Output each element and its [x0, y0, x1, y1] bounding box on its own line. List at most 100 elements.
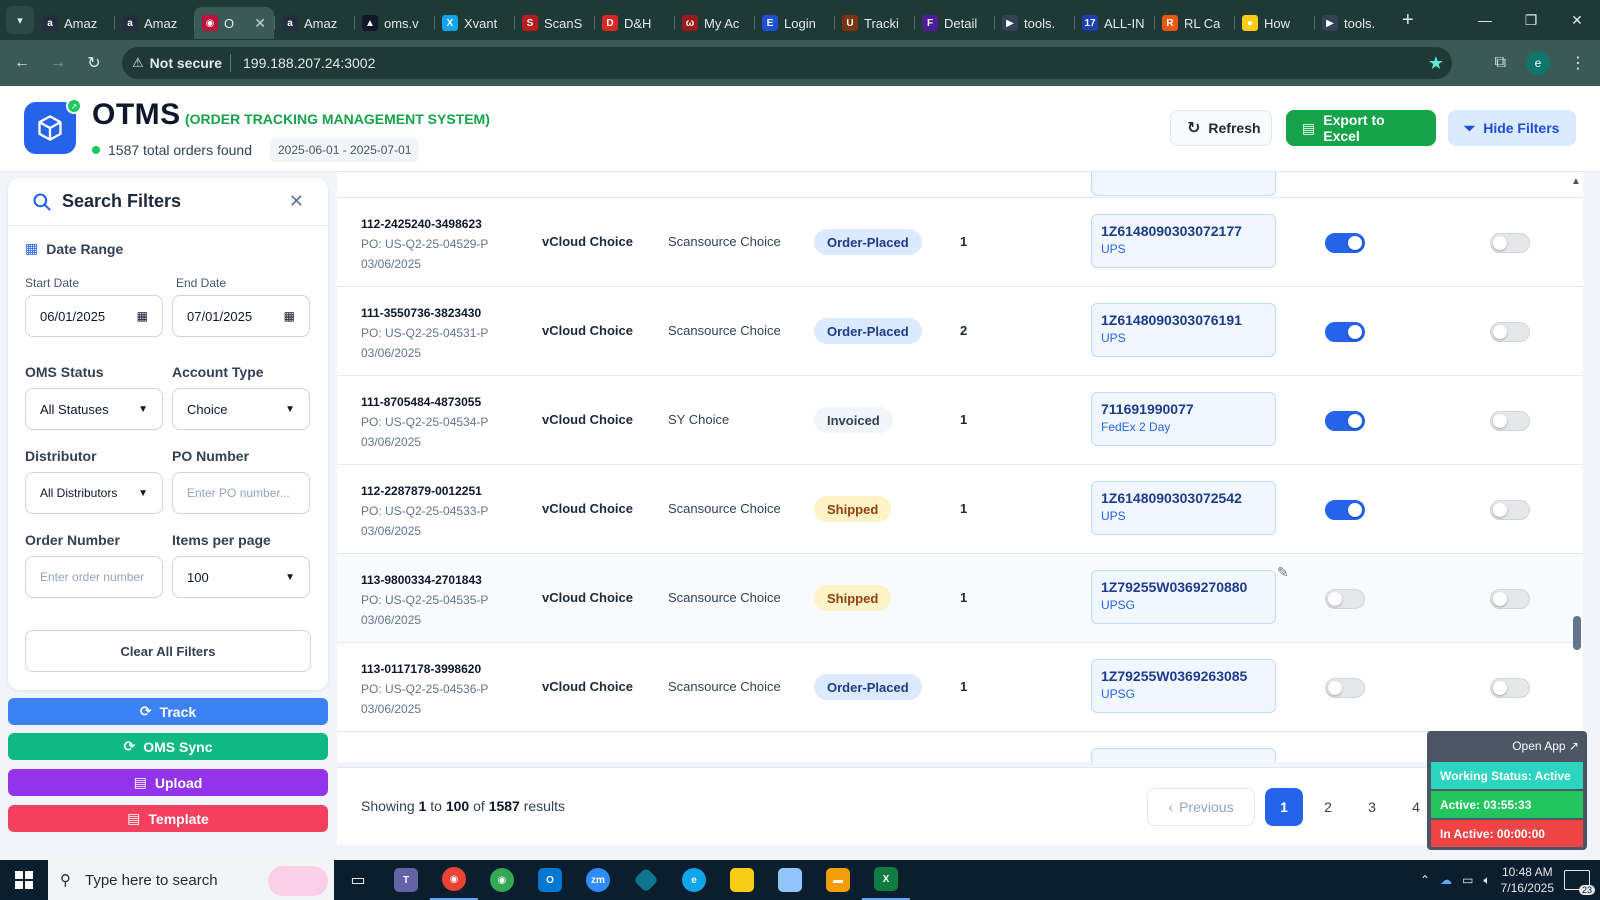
file-explorer-icon[interactable]: ▬ — [814, 860, 862, 900]
calendar-picker-icon[interactable]: ▦ — [284, 309, 295, 323]
network-icon[interactable]: ▭ — [1462, 873, 1473, 887]
teams-icon[interactable]: T — [382, 860, 430, 900]
account-type-select[interactable]: Choice ▼ — [172, 388, 310, 430]
tracking-box[interactable]: 1Z79255W0369263085 UPSG — [1091, 659, 1276, 713]
onedrive-icon[interactable]: ☁ — [1440, 873, 1452, 887]
browser-tab[interactable]: R RL Ca — [1154, 7, 1234, 39]
tracking-toggle[interactable] — [1325, 322, 1365, 342]
template-button[interactable]: ▤ Template — [8, 805, 328, 832]
browser-tab[interactable]: F Detail — [914, 7, 994, 39]
track-button[interactable]: ⟳ Track — [8, 698, 328, 725]
new-tab-button[interactable]: + — [1402, 9, 1414, 32]
tracking-box[interactable]: 1Z6148090303072542 UPS — [1091, 481, 1276, 535]
browser-tab[interactable]: ω My Ac — [674, 7, 754, 39]
reload-icon[interactable]: ↻ — [76, 53, 112, 73]
table-row[interactable]: 111-3550736-3823430 PO: US-Q2-25-04531-P 0… — [337, 287, 1583, 376]
secondary-toggle[interactable] — [1490, 233, 1530, 253]
tracking-toggle[interactable] — [1325, 233, 1365, 253]
page-button[interactable]: 3 — [1353, 788, 1391, 826]
table-row[interactable]: 112-2425240-3498623 PO: US-Q2-25-04529-P 0… — [337, 198, 1583, 287]
tracking-box[interactable]: 1Z6148090303072177 UPS — [1091, 214, 1276, 268]
order-number[interactable]: 113-0117178-3998620 — [361, 659, 488, 679]
taskbar-search[interactable]: ⚲ Type here to search — [48, 860, 334, 900]
tracking-toggle[interactable] — [1325, 678, 1365, 698]
edit-pencil-icon[interactable]: ✎ — [1277, 564, 1289, 581]
forward-icon[interactable]: → — [40, 54, 76, 72]
table-row[interactable]: 112-2287879-0012251 PO: US-Q2-25-04533-P 0… — [337, 465, 1583, 554]
secondary-toggle[interactable] — [1490, 411, 1530, 431]
calendar-picker-icon[interactable]: ▦ — [137, 309, 148, 323]
table-scrollbar[interactable]: ▲ — [1569, 172, 1583, 762]
notepad-icon[interactable] — [766, 860, 814, 900]
start-date-input[interactable]: 06/01/2025 ▦ — [25, 295, 163, 337]
browser-tab[interactable]: 17 ALL-IN — [1074, 7, 1154, 39]
app-diamond-icon[interactable] — [622, 860, 670, 900]
browser-tab[interactable]: ▶ tools. — [994, 7, 1074, 39]
browser-tab[interactable]: a Amaz — [114, 7, 194, 39]
notification-center-icon[interactable]: 23 — [1564, 870, 1595, 895]
browser-tab[interactable]: ▶ tools. — [1314, 7, 1394, 39]
browser-tab[interactable]: a Amaz — [274, 7, 354, 39]
sticky-notes-icon[interactable] — [718, 860, 766, 900]
secondary-toggle[interactable] — [1490, 322, 1530, 342]
browser-tab[interactable]: a Amaz — [34, 7, 114, 39]
browser-tab[interactable]: ● How — [1234, 7, 1314, 39]
clear-all-filters-button[interactable]: Clear All Filters — [25, 630, 311, 672]
order-number[interactable]: 111-3550736-3823430 — [361, 303, 488, 323]
oms-status-select[interactable]: All Statuses ▼ — [25, 388, 163, 430]
address-bar[interactable]: ⚠ Not secure 199.188.207.24:3002 ★ — [122, 47, 1452, 79]
browser-tab[interactable]: ▲ oms.v — [354, 7, 434, 39]
open-app-link[interactable]: Open App ↗ — [1512, 739, 1579, 753]
chrome-icon[interactable]: ◉ — [430, 860, 478, 900]
zoom-icon[interactable]: zm — [574, 860, 622, 900]
back-icon[interactable]: ← — [4, 54, 40, 72]
volume-icon[interactable]: 🔈︎ — [1483, 873, 1490, 888]
start-button[interactable] — [0, 860, 48, 900]
minimize-icon[interactable]: — — [1462, 0, 1508, 40]
order-number[interactable]: 112-2425240-3498623 — [361, 214, 488, 234]
browser-tab[interactable]: X Xvant — [434, 7, 514, 39]
scroll-up-icon[interactable]: ▲ — [1571, 176, 1581, 187]
tracking-toggle[interactable] — [1325, 411, 1365, 431]
task-view-icon[interactable]: ▭ — [334, 860, 382, 900]
tracking-toggle[interactable] — [1325, 500, 1365, 520]
secondary-toggle[interactable] — [1490, 589, 1530, 609]
tracking-box[interactable]: 1Z79255W0369270880 UPSG — [1091, 570, 1276, 624]
profile-avatar[interactable]: e — [1526, 51, 1550, 75]
excel-icon[interactable]: X — [862, 860, 910, 900]
bookmark-star-icon[interactable]: ★ — [1428, 53, 1444, 74]
items-per-page-select[interactable]: 100 ▼ — [172, 556, 310, 598]
export-excel-button[interactable]: ▤ Export to Excel — [1286, 110, 1436, 146]
page-button[interactable]: 2 — [1309, 788, 1347, 826]
table-row[interactable]: 113-0117178-3998620 PO: US-Q2-25-04536-P 0… — [337, 643, 1583, 732]
distributor-select[interactable]: All Distributors ▼ — [25, 472, 163, 514]
tracking-box[interactable]: 711691990077 FedEx 2 Day — [1091, 392, 1276, 446]
order-number[interactable]: 112-2287879-0012251 — [361, 481, 488, 501]
tracking-toggle[interactable] — [1325, 589, 1365, 609]
oms-sync-button[interactable]: ⟳ OMS Sync — [8, 733, 328, 760]
clock[interactable]: 10:48 AM 7/16/2025 — [1501, 864, 1554, 896]
page-button[interactable]: 1 — [1265, 788, 1303, 826]
upload-button[interactable]: ▤ Upload — [8, 769, 328, 796]
browser-tab[interactable]: ◉ O ✕ — [194, 7, 274, 39]
browser-menu-icon[interactable]: ⋮ — [1570, 53, 1586, 73]
tab-search-button[interactable]: ▾ — [6, 6, 34, 34]
secondary-toggle[interactable] — [1490, 678, 1530, 698]
end-date-input[interactable]: 07/01/2025 ▦ — [172, 295, 310, 337]
hide-filters-button[interactable]: ⏷ Hide Filters — [1448, 110, 1576, 146]
previous-page-button[interactable]: ‹ Previous — [1147, 788, 1255, 826]
extensions-icon[interactable]: ⧉ — [1495, 54, 1506, 72]
table-row[interactable]: 113-9800334-2701843 PO: US-Q2-25-04535-P 0… — [337, 554, 1583, 643]
close-tab-icon[interactable]: ✕ — [254, 15, 266, 32]
outlook-icon[interactable]: O — [526, 860, 574, 900]
po-number-input[interactable]: Enter PO number... — [172, 472, 310, 514]
secondary-toggle[interactable] — [1490, 500, 1530, 520]
tray-chevron-icon[interactable]: ⌃ — [1420, 873, 1430, 887]
close-filters-icon[interactable]: ✕ — [289, 191, 304, 212]
table-row[interactable]: 111-8705484-4873055 PO: US-Q2-25-04534-P 0… — [337, 376, 1583, 465]
chrome-profile-icon[interactable]: ◉ — [478, 860, 526, 900]
scroll-thumb[interactable] — [1573, 616, 1581, 650]
browser-tab[interactable]: U Tracki — [834, 7, 914, 39]
browser-tab[interactable]: S ScanS — [514, 7, 594, 39]
tracking-box[interactable]: 1Z6148090303076191 UPS — [1091, 303, 1276, 357]
